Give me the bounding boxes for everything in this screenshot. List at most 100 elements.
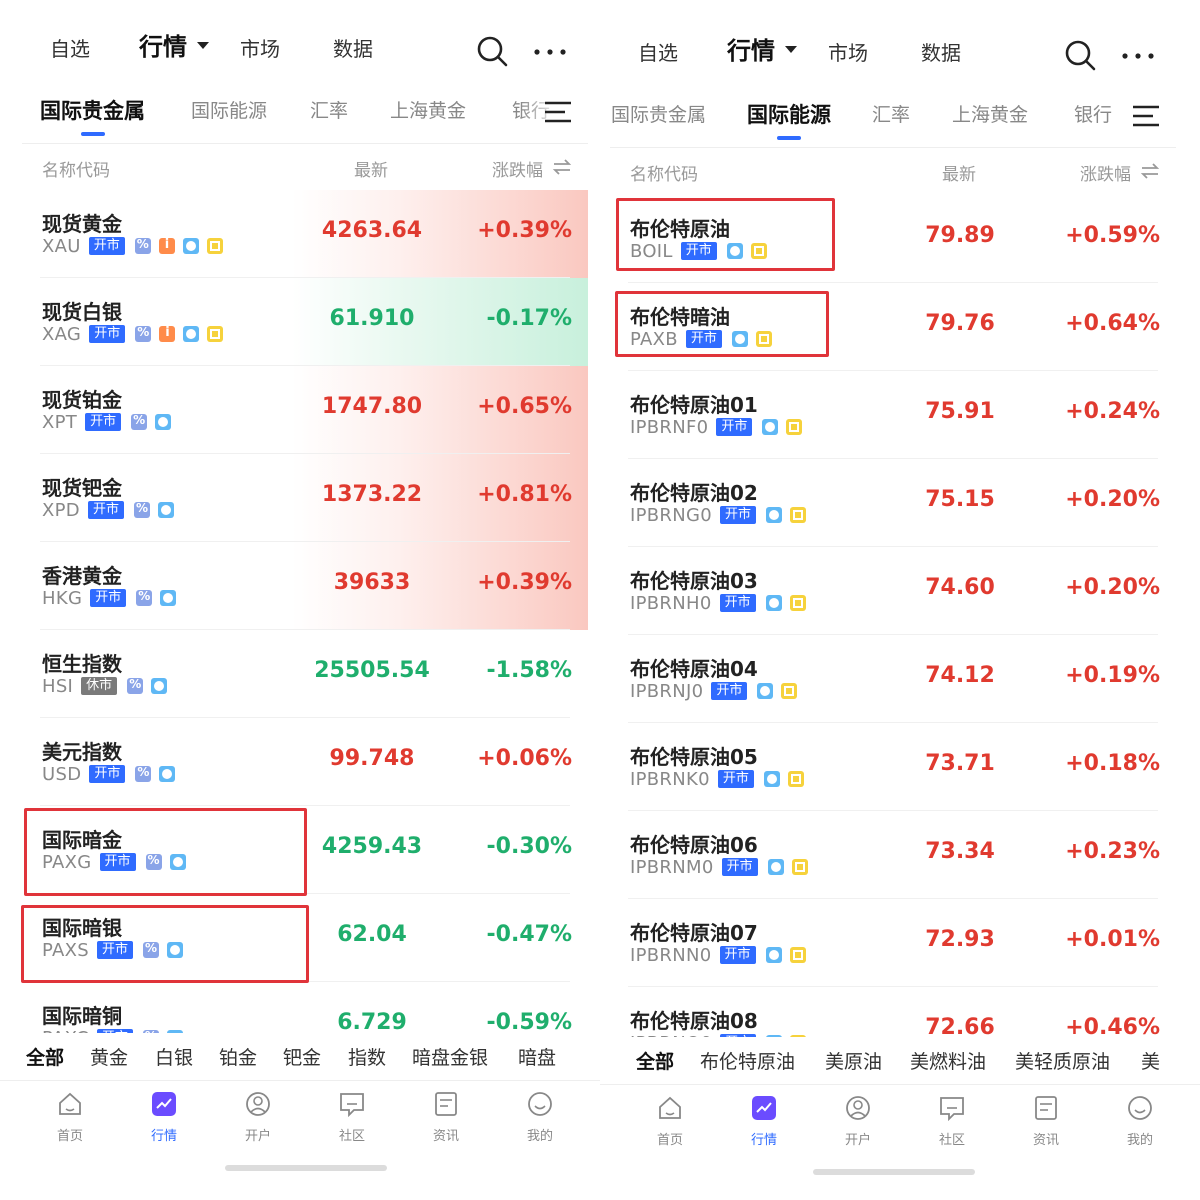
nav-community[interactable]: 社区	[912, 1093, 992, 1148]
nav-label: 开户	[844, 1133, 871, 1148]
col-change[interactable]: 涨跌幅	[492, 156, 543, 181]
nav-profile[interactable]: 我的	[1100, 1093, 1180, 1148]
cat-tab-energy[interactable]: 国际能源	[747, 102, 831, 140]
filter-chip[interactable]: 黄金	[90, 1043, 128, 1070]
market-status-badge: 开市	[716, 418, 753, 436]
nav-market-quotes[interactable]: 行情	[124, 1089, 204, 1144]
nav-home[interactable]: 首页	[630, 1093, 710, 1148]
list-item[interactable]: 现货白银XAG开市61.910-0.17%	[22, 278, 588, 366]
change-percent: +0.39%	[477, 570, 572, 595]
percent-icon	[142, 1029, 159, 1033]
instrument-code: HSI	[42, 675, 74, 697]
swap-icon[interactable]	[552, 159, 572, 175]
search-icon[interactable]	[1063, 38, 1097, 72]
filter-chip[interactable]: 全部	[26, 1043, 64, 1070]
list-item[interactable]: 布伦特原油01 IPBRNF0 开市 75.91 +0.24%	[610, 371, 1176, 459]
nav-community[interactable]: 社区	[312, 1089, 392, 1144]
nav-news[interactable]: 资讯	[406, 1089, 486, 1144]
list-item[interactable]: 布伦特原油05 IPBRNK0 开市 73.71 +0.18%	[610, 723, 1176, 811]
instrument-name: 国际暗铜	[42, 1004, 122, 1028]
filter-chip[interactable]: 全部	[636, 1047, 674, 1074]
cat-tab-forex[interactable]: 汇率	[310, 98, 348, 124]
filter-chip[interactable]: 指数	[348, 1043, 386, 1070]
filter-chip[interactable]: 暗盘	[518, 1043, 556, 1070]
list-item[interactable]: 国际暗铜PAXC开市6.729-0.59%	[22, 982, 588, 1033]
filter-chip[interactable]: 钯金	[283, 1043, 321, 1070]
list-item[interactable]: 恒生指数HSI休市25505.54-1.58%	[22, 630, 588, 718]
nav-label: 首页	[656, 1133, 683, 1148]
tab-market[interactable]: 市场	[240, 34, 280, 64]
market-status-badge: 开市	[719, 594, 756, 612]
list-item[interactable]: 布伦特原油07 IPBRNN0 开市 72.93 +0.01%	[610, 899, 1176, 987]
chat-bubble-icon	[763, 771, 780, 787]
filter-chip[interactable]: 铂金	[219, 1043, 257, 1070]
more-icon[interactable]	[533, 48, 567, 56]
active-tab-indicator	[777, 136, 801, 140]
filter-chip[interactable]: 美燃料油	[910, 1047, 986, 1074]
cat-tab-forex[interactable]: 汇率	[872, 102, 910, 128]
list-item[interactable]: 香港黄金HKG开市39633+0.39%	[22, 542, 588, 630]
menu-icon[interactable]	[544, 100, 572, 124]
search-icon[interactable]	[475, 34, 509, 68]
percent-icon	[133, 501, 150, 518]
list-item[interactable]: 现货黄金XAU开市4263.64+0.39%	[22, 190, 588, 278]
filter-chip[interactable]: 白银	[155, 1043, 193, 1070]
cat-tab-precious-metals[interactable]: 国际贵金属	[40, 98, 145, 136]
market-status-badge: 开市	[88, 237, 125, 255]
list-item[interactable]: 布伦特原油03 IPBRNH0 开市 74.60 +0.20%	[610, 547, 1176, 635]
col-change[interactable]: 涨跌幅	[1080, 160, 1131, 185]
percent-icon	[134, 237, 151, 254]
chat-bubble-icon	[160, 590, 177, 606]
cat-tab-precious-metals[interactable]: 国际贵金属	[611, 102, 706, 128]
menu-icon[interactable]	[1132, 104, 1160, 128]
instrument-meta: IPBRNF0 开市	[630, 416, 810, 438]
list-item[interactable]: 美元指数USD开市99.748+0.06%	[22, 718, 588, 806]
list-item[interactable]: 布伦特原油02 IPBRNG0 开市 75.15 +0.20%	[610, 459, 1176, 547]
list-item[interactable]: 现货钯金XPD开市1373.22+0.81%	[22, 454, 588, 542]
nav-label: 社区	[338, 1129, 365, 1144]
list-item[interactable]: 布伦特原油08IPBRNQ0开市72.66+0.46%	[610, 987, 1176, 1037]
nav-market-quotes[interactable]: 行情	[724, 1093, 804, 1148]
nav-profile[interactable]: 我的	[500, 1089, 580, 1144]
tab-data[interactable]: 数据	[921, 38, 961, 68]
nav-news[interactable]: 资讯	[1006, 1093, 1086, 1148]
instrument-code: HKG	[42, 587, 83, 609]
tab-market-quotes[interactable]: 行情	[139, 32, 209, 62]
filter-chip[interactable]: 美	[1141, 1047, 1160, 1074]
instrument-name: 现货黄金	[42, 212, 122, 236]
nav-open-account[interactable]: 开户	[218, 1089, 298, 1144]
list-item[interactable]: 布伦特原油06 IPBRNM0 开市 73.34 +0.23%	[610, 811, 1176, 899]
highlight-box	[616, 198, 835, 271]
instrument-name: 现货铂金	[42, 388, 122, 412]
filter-chip[interactable]: 暗盘金银	[412, 1043, 488, 1070]
tab-watchlist[interactable]: 自选	[50, 34, 90, 64]
filter-chip[interactable]: 美轻质原油	[1015, 1047, 1110, 1074]
col-latest[interactable]: 最新	[354, 156, 388, 181]
instrument-code: IPBRNK0	[630, 768, 710, 790]
change-percent: +0.24%	[1065, 399, 1160, 424]
highlight-box	[24, 808, 307, 896]
list-item[interactable]: 布伦特原油04 IPBRNJ0 开市 74.12 +0.19%	[610, 635, 1176, 723]
swap-icon[interactable]	[1140, 163, 1160, 179]
cat-tab-shanghai-gold[interactable]: 上海黄金	[390, 98, 466, 124]
cat-tab-energy[interactable]: 国际能源	[191, 98, 267, 124]
market-status-badge: 开市	[719, 946, 756, 964]
tab-market[interactable]: 市场	[828, 38, 868, 68]
change-percent: +0.23%	[1065, 839, 1160, 864]
tab-watchlist[interactable]: 自选	[638, 38, 678, 68]
list-item[interactable]: 现货铂金XPT开市1747.80+0.65%	[22, 366, 588, 454]
more-icon[interactable]	[1121, 52, 1155, 60]
nav-open-account[interactable]: 开户	[818, 1093, 898, 1148]
filter-chip[interactable]: 美原油	[825, 1047, 882, 1074]
cat-tab-shanghai-gold[interactable]: 上海黄金	[952, 102, 1028, 128]
tab-market-quotes[interactable]: 行情	[727, 36, 797, 66]
col-latest[interactable]: 最新	[942, 160, 976, 185]
change-percent: +0.46%	[1065, 1015, 1160, 1037]
document-icon	[790, 1035, 807, 1037]
cat-tab-bank[interactable]: 银行	[1074, 102, 1112, 128]
change-percent: +0.20%	[1065, 487, 1160, 512]
filter-chip[interactable]: 布伦特原油	[700, 1047, 795, 1074]
instrument-name: 恒生指数	[42, 652, 122, 676]
nav-home[interactable]: 首页	[30, 1089, 110, 1144]
tab-data[interactable]: 数据	[333, 34, 373, 64]
